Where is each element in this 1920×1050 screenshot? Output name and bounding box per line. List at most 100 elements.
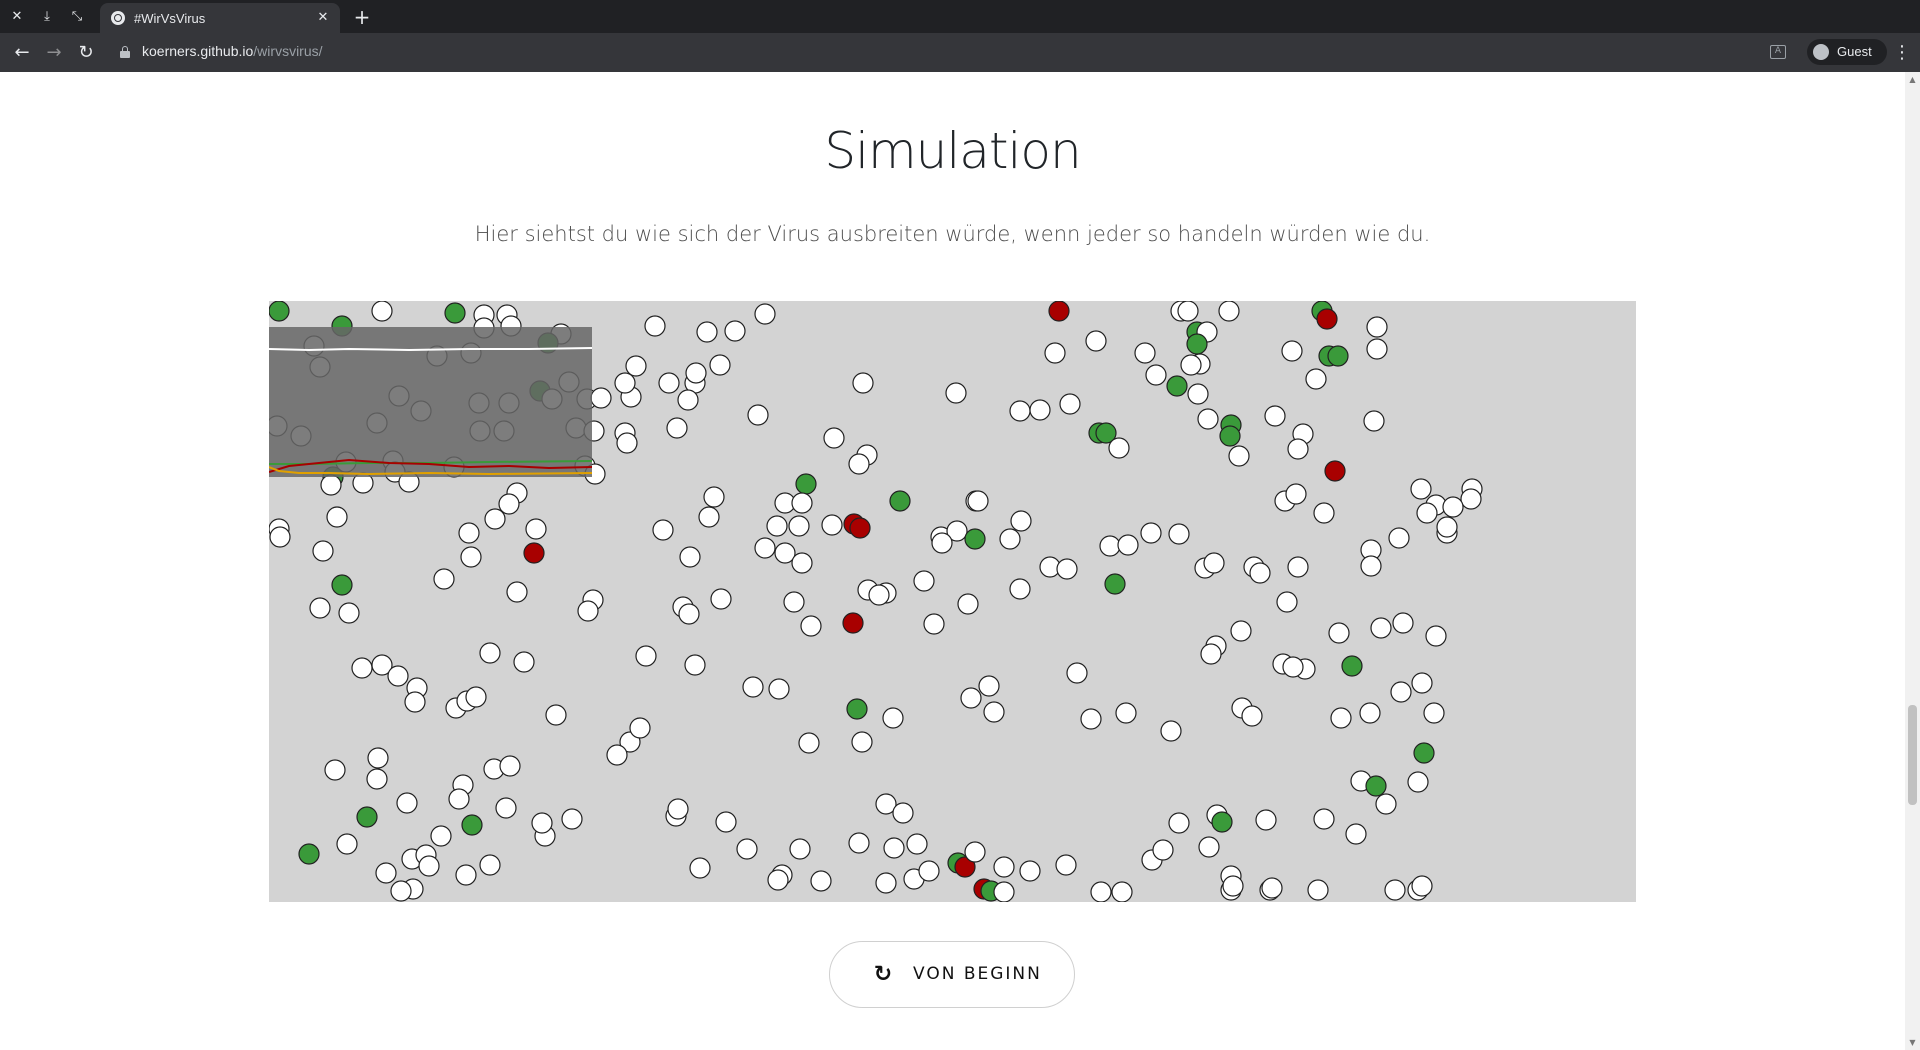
healthy-person-dot — [458, 522, 480, 544]
tab-close-icon[interactable]: ✕ — [314, 9, 332, 27]
healthy-person-dot — [1168, 812, 1190, 834]
healthy-person-dot — [499, 755, 521, 777]
healthy-person-dot — [1345, 823, 1367, 845]
healthy-person-dot — [1425, 625, 1447, 647]
healthy-person-dot — [1099, 535, 1121, 557]
back-icon[interactable]: ← — [10, 41, 34, 65]
healthy-person-dot — [326, 506, 348, 528]
healthy-person-dot — [1230, 620, 1252, 642]
recovered-person-dot — [444, 302, 466, 324]
healthy-person-dot — [387, 665, 409, 687]
healthy-person-dot — [754, 537, 776, 559]
healthy-person-dot — [1249, 562, 1271, 584]
url-host: koerners.github.io — [142, 43, 254, 59]
healthy-person-dot — [1285, 483, 1307, 505]
healthy-person-dot — [1108, 437, 1130, 459]
healthy-person-dot — [1059, 393, 1081, 415]
healthy-person-dot — [418, 855, 440, 877]
new-tab-icon[interactable]: + — [350, 5, 374, 29]
window-restore-icon[interactable]: ⤡ — [66, 6, 88, 28]
healthy-person-dot — [906, 833, 928, 855]
recovered-person-dot — [795, 473, 817, 495]
healthy-person-dot — [1436, 516, 1458, 538]
recovered-person-dot — [356, 806, 378, 828]
healthy-person-dot — [506, 581, 528, 603]
window-close-icon[interactable]: ✕ — [6, 6, 28, 28]
address-bar[interactable]: koerners.github.io/wirvsvirus/ — [142, 43, 323, 59]
window-minimize-icon[interactable]: ⤓ — [36, 6, 58, 28]
profile-button[interactable]: Guest — [1807, 39, 1887, 65]
healthy-person-dot — [1029, 399, 1051, 421]
healthy-person-dot — [709, 354, 731, 376]
healthy-person-dot — [1313, 502, 1335, 524]
healthy-person-dot — [913, 570, 935, 592]
profile-label: Guest — [1837, 44, 1872, 59]
healthy-person-dot — [1180, 354, 1202, 376]
section-subtitle: Hier siehtst du wie sich der Virus ausbr… — [474, 222, 1431, 246]
healthy-person-dot — [1009, 578, 1031, 600]
healthy-person-dot — [1241, 705, 1263, 727]
restart-button-label: VON BEGINN — [913, 964, 1042, 984]
healthy-person-dot — [868, 584, 890, 606]
recovered-person-dot — [269, 301, 290, 322]
recovered-person-dot — [1413, 742, 1435, 764]
healthy-person-dot — [1085, 330, 1107, 352]
healthy-person-dot — [1055, 854, 1077, 876]
healthy-person-dot — [698, 506, 720, 528]
healthy-person-dot — [644, 315, 666, 337]
recovered-person-dot — [889, 490, 911, 512]
page-scrollbar[interactable]: ▲ ▼ — [1905, 72, 1920, 1050]
lock-icon[interactable] — [120, 46, 130, 58]
healthy-person-dot — [1407, 771, 1429, 793]
healthy-person-dot — [312, 540, 334, 562]
healthy-person-dot — [479, 642, 501, 664]
healthy-person-dot — [767, 869, 789, 891]
healthy-person-dot — [324, 759, 346, 781]
healthy-person-dot — [883, 837, 905, 859]
healthy-person-dot — [983, 701, 1005, 723]
forward-icon[interactable]: → — [42, 41, 66, 65]
healthy-person-dot — [658, 372, 680, 394]
reload-icon[interactable]: ↻ — [74, 41, 98, 65]
healthy-person-dot — [800, 615, 822, 637]
browser-tab[interactable]: #WirVsVirus ✕ — [100, 3, 340, 33]
healthy-person-dot — [875, 872, 897, 894]
scroll-thumb[interactable] — [1908, 705, 1917, 805]
scroll-down-arrow-icon[interactable]: ▼ — [1905, 1035, 1920, 1050]
restart-button[interactable]: ↻ VON BEGINN — [829, 941, 1075, 1008]
healthy-person-dot — [1203, 552, 1225, 574]
healthy-person-dot — [798, 732, 820, 754]
scroll-up-arrow-icon[interactable]: ▲ — [1905, 72, 1920, 87]
infected-person-dot — [523, 542, 545, 564]
healthy-person-dot — [1152, 839, 1174, 861]
healthy-person-dot — [1019, 860, 1041, 882]
healthy-person-dot — [768, 678, 790, 700]
healthy-person-dot — [1009, 400, 1031, 422]
healthy-person-dot — [1261, 877, 1283, 899]
healthy-person-dot — [652, 519, 674, 541]
healthy-person-dot — [1140, 522, 1162, 544]
healthy-person-dot — [892, 802, 914, 824]
healthy-person-dot — [1305, 368, 1327, 390]
healthy-person-dot — [666, 417, 688, 439]
healthy-person-dot — [703, 486, 725, 508]
healthy-person-dot — [495, 797, 517, 819]
healthy-person-dot — [561, 808, 583, 830]
browser-tab-bar: ✕ ⤓ ⤡ #WirVsVirus ✕ + — [0, 0, 1920, 33]
recovered-person-dot — [331, 574, 353, 596]
infected-person-dot — [1316, 308, 1338, 330]
healthy-person-dot — [577, 600, 599, 622]
kebab-menu-icon[interactable]: ⋮ — [1893, 41, 1911, 65]
healthy-person-dot — [667, 798, 689, 820]
healthy-person-dot — [689, 857, 711, 879]
recovered-person-dot — [298, 843, 320, 865]
healthy-person-dot — [1416, 502, 1438, 524]
healthy-person-dot — [351, 657, 373, 679]
healthy-person-dot — [960, 687, 982, 709]
healthy-person-dot — [606, 744, 628, 766]
healthy-person-dot — [375, 862, 397, 884]
translate-icon[interactable]: A — [1770, 45, 1786, 59]
healthy-person-dot — [590, 387, 612, 409]
recovered-person-dot — [964, 528, 986, 550]
healthy-person-dot — [1044, 342, 1066, 364]
